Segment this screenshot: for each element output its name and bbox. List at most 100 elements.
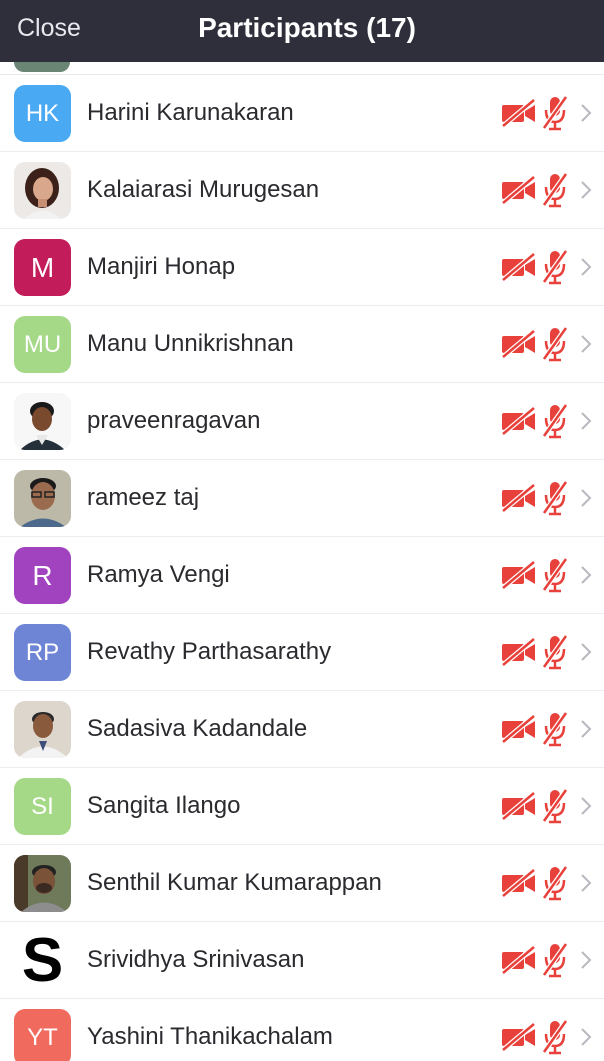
mic-muted-icon[interactable] [540,479,570,517]
participant-status-icons [500,75,594,151]
chevron-right-icon[interactable] [578,872,594,894]
participant-status-icons [500,460,594,536]
mic-muted-icon[interactable] [540,787,570,825]
mic-muted-icon[interactable] [540,1018,570,1056]
avatar-initials: HK [25,99,60,127]
participant-status-icons [500,229,594,305]
participant-name: Manjiri Honap [87,253,236,280]
avatar-initials: SI [31,792,54,820]
avatar-initials: R [32,559,53,591]
participant-row[interactable]: S Srividhya Srinivasan [0,922,604,999]
partial-list-item [0,62,604,75]
participant-row[interactable]: MU Manu Unnikrishnan [0,306,604,383]
mic-muted-icon[interactable] [540,710,570,748]
chevron-right-icon[interactable] [578,1026,594,1048]
chevron-right-icon[interactable] [578,256,594,278]
avatar: RP [14,624,71,681]
video-off-icon[interactable] [500,868,538,898]
video-off-icon[interactable] [500,483,538,513]
avatar-initials: YT [27,1023,58,1051]
avatar-initials: S [21,932,64,989]
mic-muted-icon[interactable] [540,864,570,902]
video-off-icon[interactable] [500,175,538,205]
avatar-initials: M [30,251,55,283]
participant-name: Srividhya Srinivasan [87,946,305,973]
mic-muted-icon[interactable] [540,556,570,594]
avatar-initials: MU [23,330,62,358]
avatar-photo [14,855,71,912]
participant-status-icons [500,845,594,921]
participant-status-icons [500,691,594,767]
avatar: S [14,932,71,989]
video-off-icon[interactable] [500,329,538,359]
avatar: R [14,547,71,604]
chevron-right-icon[interactable] [578,795,594,817]
mic-muted-icon[interactable] [540,633,570,671]
participant-name: Senthil Kumar Kumarappan [87,869,382,896]
avatar: HK [14,85,71,142]
mic-muted-icon[interactable] [540,325,570,363]
mic-muted-icon[interactable] [540,171,570,209]
participant-name: Harini Karunakaran [87,99,294,126]
participant-row[interactable]: RP Revathy Parthasarathy [0,614,604,691]
participant-row[interactable]: SI Sangita Ilango [0,768,604,845]
participant-row[interactable]: YT Yashini Thanikachalam [0,999,604,1061]
avatar-photo [14,393,71,450]
chevron-right-icon[interactable] [578,641,594,663]
avatar-photo [14,470,71,527]
chevron-right-icon[interactable] [578,102,594,124]
participant-list[interactable]: HK Harini Karunakaran Kalaiarasi Murugesan… [0,62,604,1061]
avatar [14,62,70,72]
participant-status-icons [500,922,594,998]
participant-status-icons [500,152,594,228]
participant-name: Yashini Thanikachalam [87,1023,333,1050]
mic-muted-icon[interactable] [540,941,570,979]
participant-row[interactable]: Kalaiarasi Murugesan [0,152,604,229]
chevron-right-icon[interactable] [578,333,594,355]
participant-status-icons [500,383,594,459]
participant-status-icons [500,768,594,844]
video-off-icon[interactable] [500,560,538,590]
chevron-right-icon[interactable] [578,564,594,586]
chevron-right-icon[interactable] [578,410,594,432]
participant-name: Kalaiarasi Murugesan [87,176,320,203]
video-off-icon[interactable] [500,98,538,128]
video-off-icon[interactable] [500,252,538,282]
participant-row[interactable]: Sadasiva Kadandale [0,691,604,768]
participant-row[interactable]: R Ramya Vengi [0,537,604,614]
participant-name: Manu Unnikrishnan [87,330,294,357]
participant-name: rameez taj [87,484,200,511]
video-off-icon[interactable] [500,945,538,975]
avatar: YT [14,1009,71,1061]
mic-muted-icon[interactable] [540,402,570,440]
avatar: SI [14,778,71,835]
chevron-right-icon[interactable] [578,949,594,971]
video-off-icon[interactable] [500,791,538,821]
mic-muted-icon[interactable] [540,248,570,286]
header-bar: Close Participants (17) [0,0,604,62]
video-off-icon[interactable] [500,406,538,436]
avatar-photo [14,162,71,219]
participant-row[interactable]: praveenragavan [0,383,604,460]
chevron-right-icon[interactable] [578,179,594,201]
participant-name: Ramya Vengi [87,561,230,588]
participant-status-icons [500,614,594,690]
avatar: M [14,239,71,296]
participant-row[interactable]: M Manjiri Honap [0,229,604,306]
participant-row[interactable]: HK Harini Karunakaran [0,75,604,152]
participant-status-icons [500,537,594,613]
participant-row[interactable]: rameez taj [0,460,604,537]
participant-status-icons [500,999,594,1061]
participant-name: Sangita Ilango [87,792,241,819]
avatar: MU [14,316,71,373]
participant-name: Revathy Parthasarathy [87,638,332,665]
video-off-icon[interactable] [500,637,538,667]
video-off-icon[interactable] [500,714,538,744]
participant-row[interactable]: Senthil Kumar Kumarappan [0,845,604,922]
avatar-photo [14,701,71,758]
video-off-icon[interactable] [500,1022,538,1052]
page-title: Participants (17) [198,12,416,43]
chevron-right-icon[interactable] [578,487,594,509]
mic-muted-icon[interactable] [540,94,570,132]
chevron-right-icon[interactable] [578,718,594,740]
